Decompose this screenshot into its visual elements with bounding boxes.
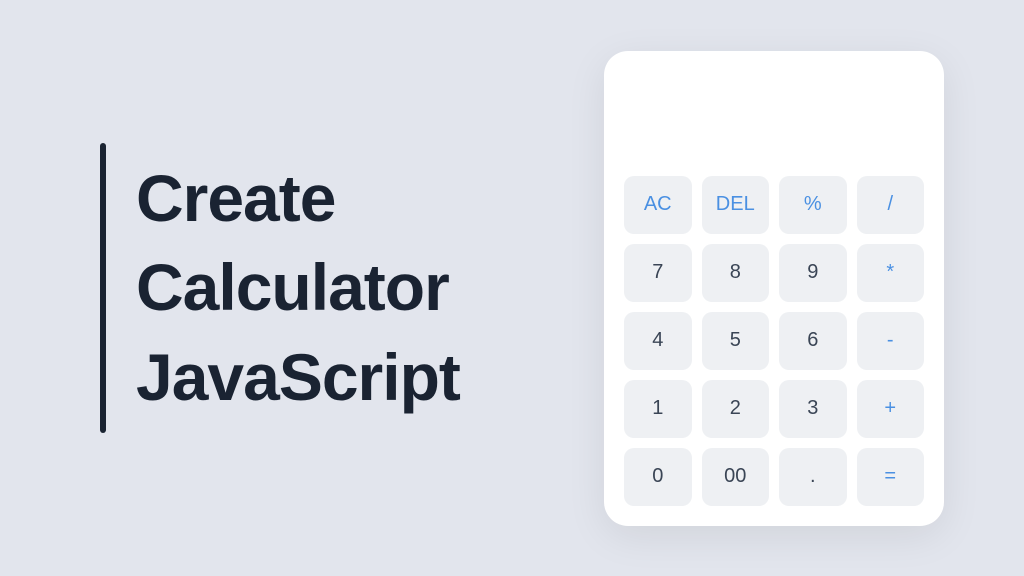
digit-0-button[interactable]: 0 (624, 448, 692, 506)
digit-2-button[interactable]: 2 (702, 380, 770, 438)
delete-button[interactable]: DEL (702, 176, 770, 234)
title-line-1: Create (136, 154, 460, 243)
title-line-3: JavaScript (136, 333, 460, 422)
percent-button[interactable]: % (779, 176, 847, 234)
digit-1-button[interactable]: 1 (624, 380, 692, 438)
digit-8-button[interactable]: 8 (702, 244, 770, 302)
calculator: ACDEL%/ 789* 456- 123+000.= (604, 51, 944, 526)
add-button[interactable]: + (857, 380, 925, 438)
digit-00-button[interactable]: 00 (702, 448, 770, 506)
equals-button[interactable]: = (857, 448, 925, 506)
digit-4-button[interactable]: 4 (624, 312, 692, 370)
title-section: Create Calculator JavaScript (0, 143, 604, 433)
digit-7-button[interactable]: 7 (624, 244, 692, 302)
title-line-2: Calculator (136, 243, 460, 332)
digit-6-button[interactable]: 6 (779, 312, 847, 370)
multiply-button[interactable]: * (857, 244, 925, 302)
clear-all-button[interactable]: AC (624, 176, 692, 234)
subtract-button[interactable]: - (857, 312, 925, 370)
calculator-display (624, 71, 924, 166)
calculator-wrapper: ACDEL%/ 789* 456- 123+000.= (604, 51, 1024, 526)
digit-9-button[interactable]: 9 (779, 244, 847, 302)
digit-5-button[interactable]: 5 (702, 312, 770, 370)
page-title: Create Calculator JavaScript (136, 154, 460, 421)
calculator-button-grid: ACDEL%/ 789* 456- 123+000.= (624, 176, 924, 506)
digit-3-button[interactable]: 3 (779, 380, 847, 438)
divide-button[interactable]: / (857, 176, 925, 234)
decimal-button[interactable]: . (779, 448, 847, 506)
vertical-divider (100, 143, 106, 433)
